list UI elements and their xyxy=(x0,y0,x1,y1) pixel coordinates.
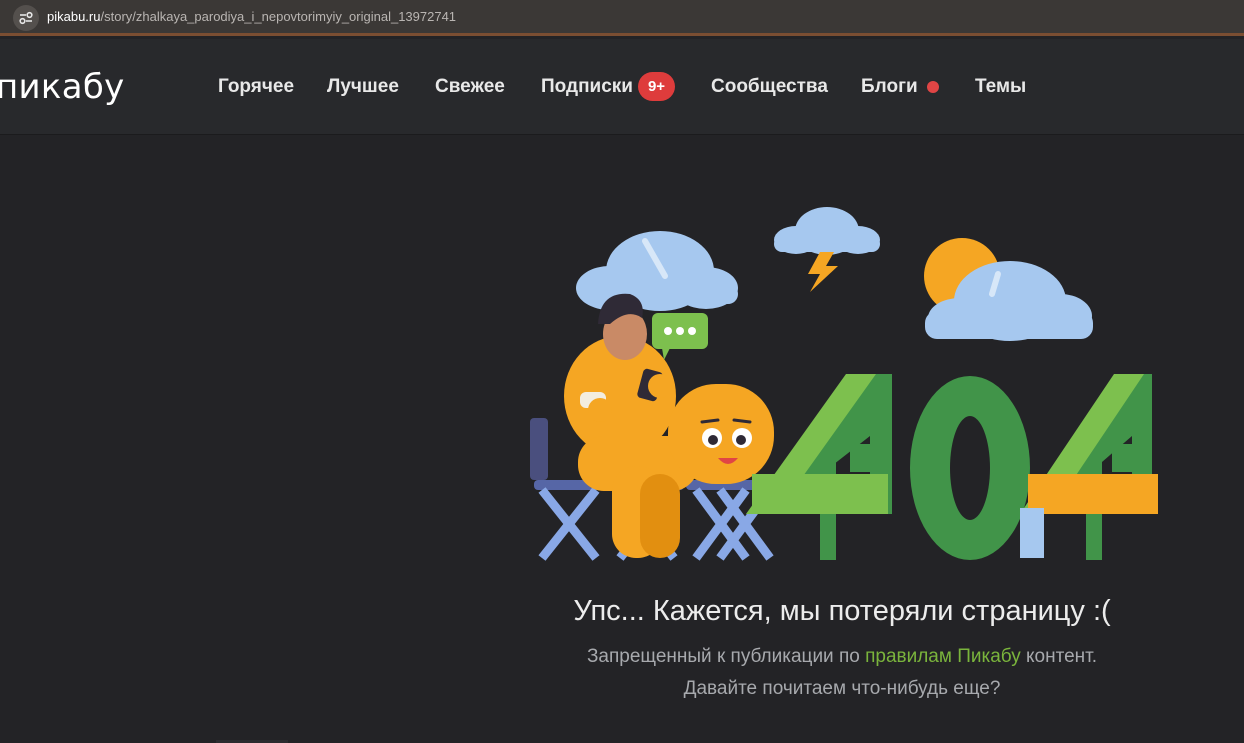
subscriptions-count-badge: 9+ xyxy=(638,72,675,101)
error-title: Упс... Кажется, мы потеряли страницу :( xyxy=(573,595,1111,627)
nav-best[interactable]: Лучшее xyxy=(327,76,399,98)
error-description-after: контент. xyxy=(1020,646,1098,667)
cloud-storm-icon xyxy=(774,207,880,292)
nav-subscriptions[interactable]: Подписки xyxy=(541,76,633,98)
url-path: /story/zhalkaya_parodiya_i_nepovtorimyiy… xyxy=(100,9,457,24)
error-404-illustration xyxy=(530,207,1158,561)
url-text[interactable]: pikabu.ru/story/zhalkaya_parodiya_i_nepo… xyxy=(47,9,456,24)
nav-hot[interactable]: Горячее xyxy=(218,76,294,98)
site-info-button[interactable] xyxy=(13,5,39,31)
nav-fresh[interactable]: Свежее xyxy=(435,76,505,98)
nav-communities[interactable]: Сообщества xyxy=(711,76,828,98)
cloud-left-icon xyxy=(576,231,738,311)
error-description-before: Запрещенный к публикации по xyxy=(586,646,866,667)
url-host: pikabu.ru xyxy=(47,9,101,24)
tune-icon xyxy=(19,11,33,25)
digits-404-icon xyxy=(746,374,1158,560)
site-logo[interactable]: пикабу xyxy=(0,67,125,107)
site-header: пикабу Горячее Лучшее Свежее Подписки 9+… xyxy=(0,39,1244,135)
error-suggestion: Давайте почитаем что-нибудь еще? xyxy=(683,678,1001,699)
nav-blogs[interactable]: Блоги xyxy=(861,76,918,98)
browser-address-bar: pikabu.ru/story/zhalkaya_parodiya_i_nepo… xyxy=(0,0,1244,36)
speech-bubble-icon xyxy=(652,313,708,360)
rules-link[interactable]: правилам Пикабу xyxy=(865,646,1021,667)
mascot-blob-icon xyxy=(668,384,774,484)
red-dot-icon xyxy=(927,81,939,93)
error-description: Запрещенный к публикации по правилам Пик… xyxy=(587,646,1097,668)
nav-topics[interactable]: Темы xyxy=(975,76,1026,98)
